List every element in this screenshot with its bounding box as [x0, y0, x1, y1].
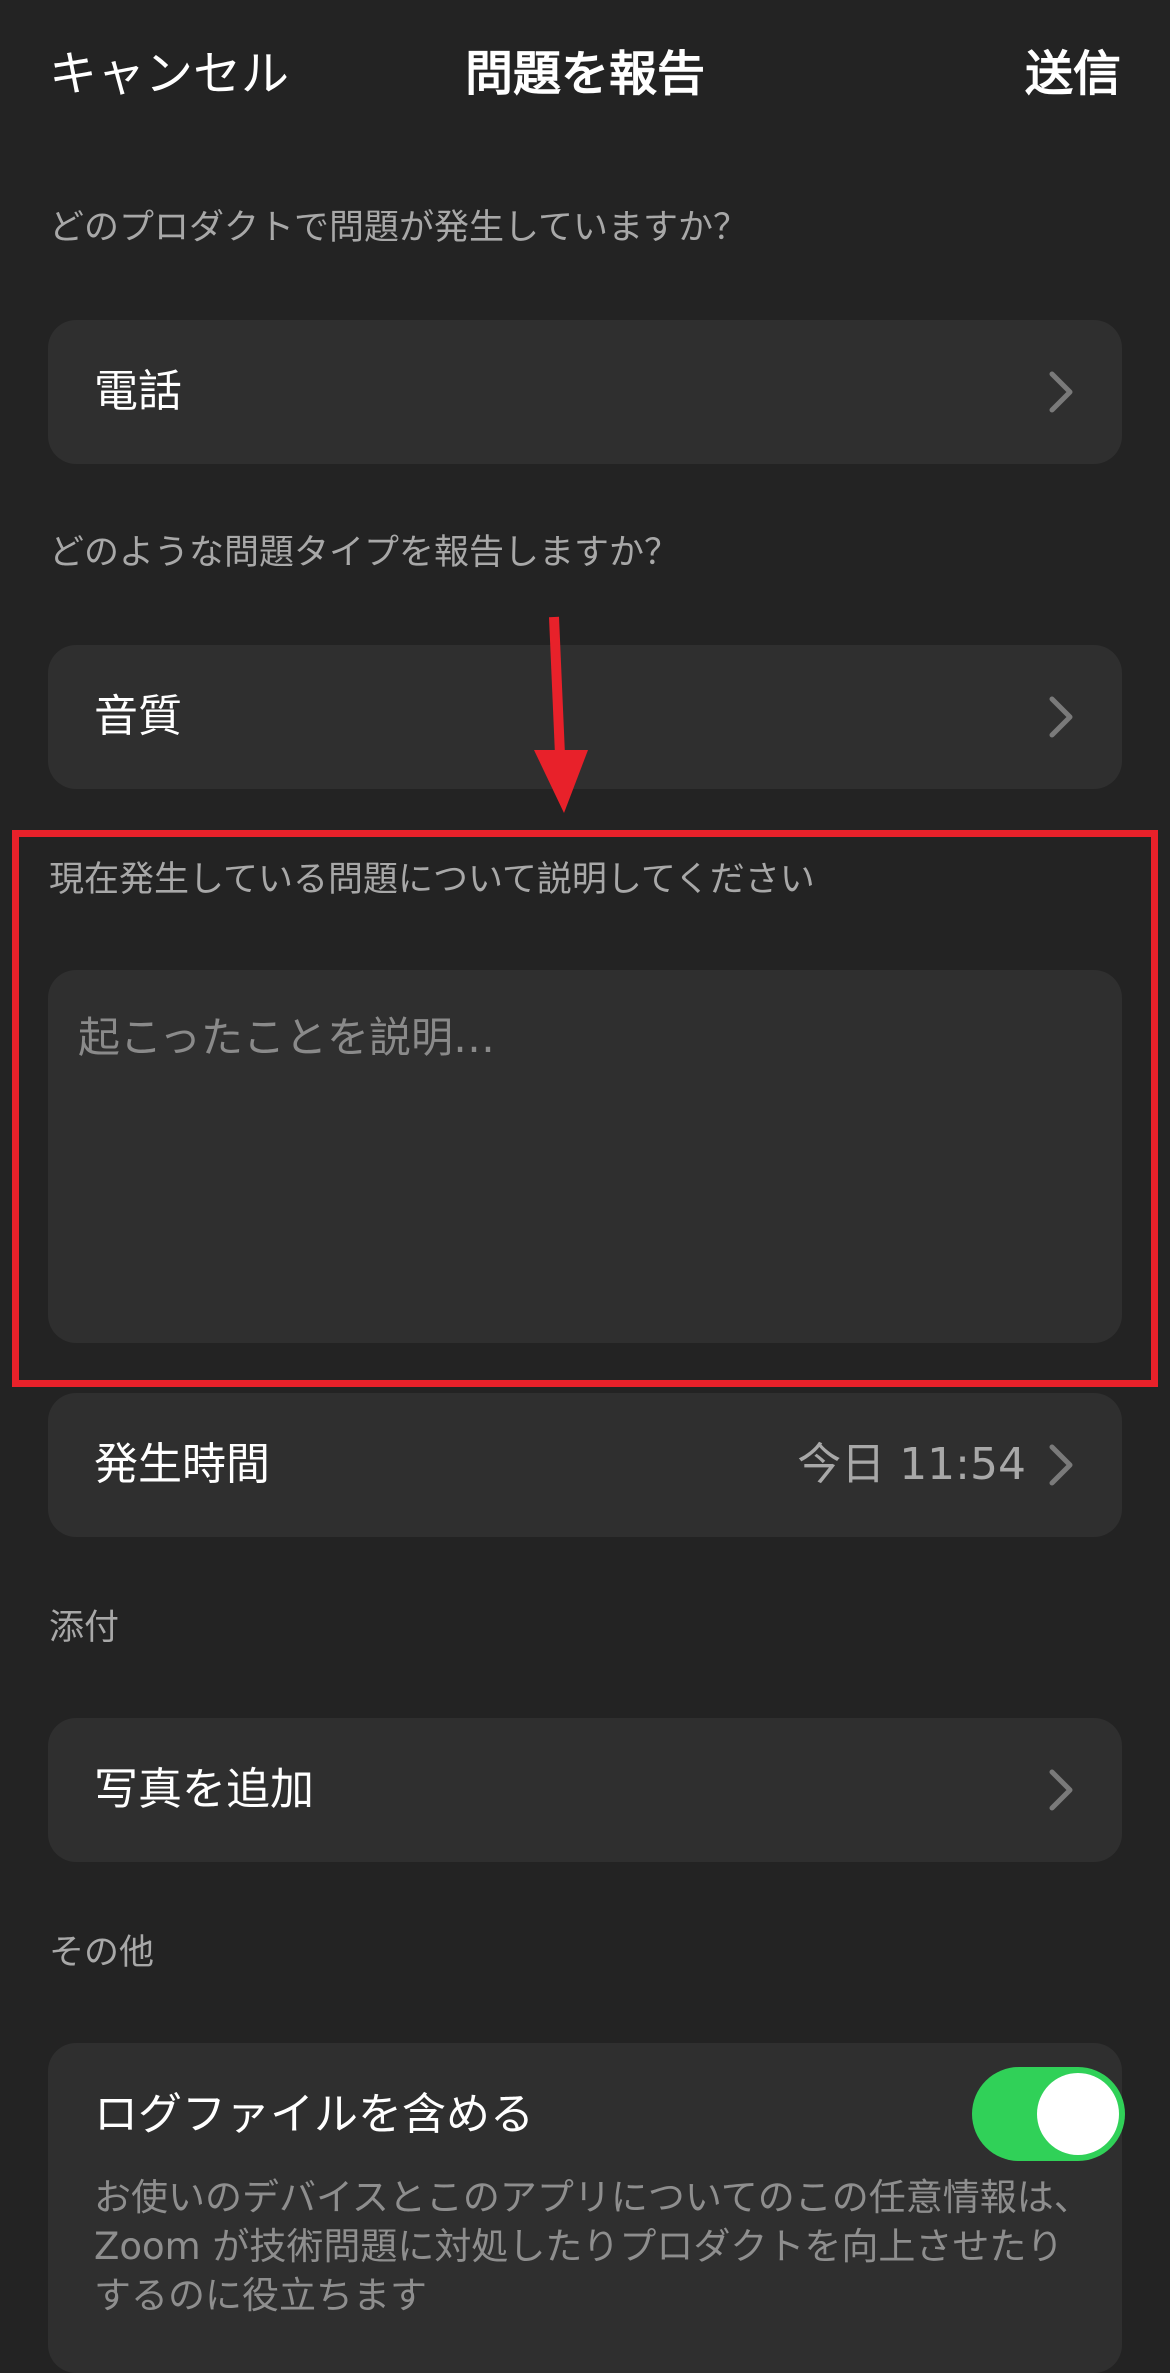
include-logs-toggle[interactable] [972, 2067, 1125, 2161]
product-selector[interactable]: 電話 [48, 320, 1122, 464]
other-label: その他 [49, 1933, 155, 1973]
attachments-label: 添付 [49, 1608, 120, 1648]
include-logs-description: お使いのデバイスとこのアプリについてのこの任意情報は、Zoom が技術問題に対処… [94, 2176, 1091, 2317]
arrow-down-annotation-icon [520, 615, 600, 815]
add-photo-label: 写真を追加 [94, 1764, 314, 1815]
toggle-knob [1037, 2073, 1119, 2155]
occurrence-time-selector[interactable]: 発生時間 今日 11:54 [48, 1393, 1122, 1537]
include-logs-label: ログファイルを含める [94, 2089, 534, 2140]
highlight-annotation-box [12, 830, 1158, 1387]
chevron-right-icon [1044, 1768, 1078, 1812]
add-photo-button[interactable]: 写真を追加 [48, 1718, 1122, 1862]
issue-type-question-label: どのような問題タイプを報告しますか？ [49, 533, 680, 573]
chevron-right-icon [1044, 370, 1078, 414]
chevron-right-icon [1044, 1443, 1078, 1487]
product-value: 電話 [94, 366, 182, 417]
issue-type-value: 音質 [94, 691, 182, 742]
product-question-label: どのプロダクトで問題が発生していますか？ [49, 208, 748, 248]
occurrence-time-value: 今日 11:54 [797, 1439, 1026, 1490]
chevron-right-icon [1044, 695, 1078, 739]
send-button[interactable]: 送信 [1025, 40, 1121, 108]
include-logs-card: ログファイルを含める お使いのデバイスとこのアプリについてのこの任意情報は、Zo… [48, 2043, 1125, 2373]
page-title: 問題を報告 [464, 46, 705, 102]
occurrence-time-label: 発生時間 [94, 1439, 270, 1490]
